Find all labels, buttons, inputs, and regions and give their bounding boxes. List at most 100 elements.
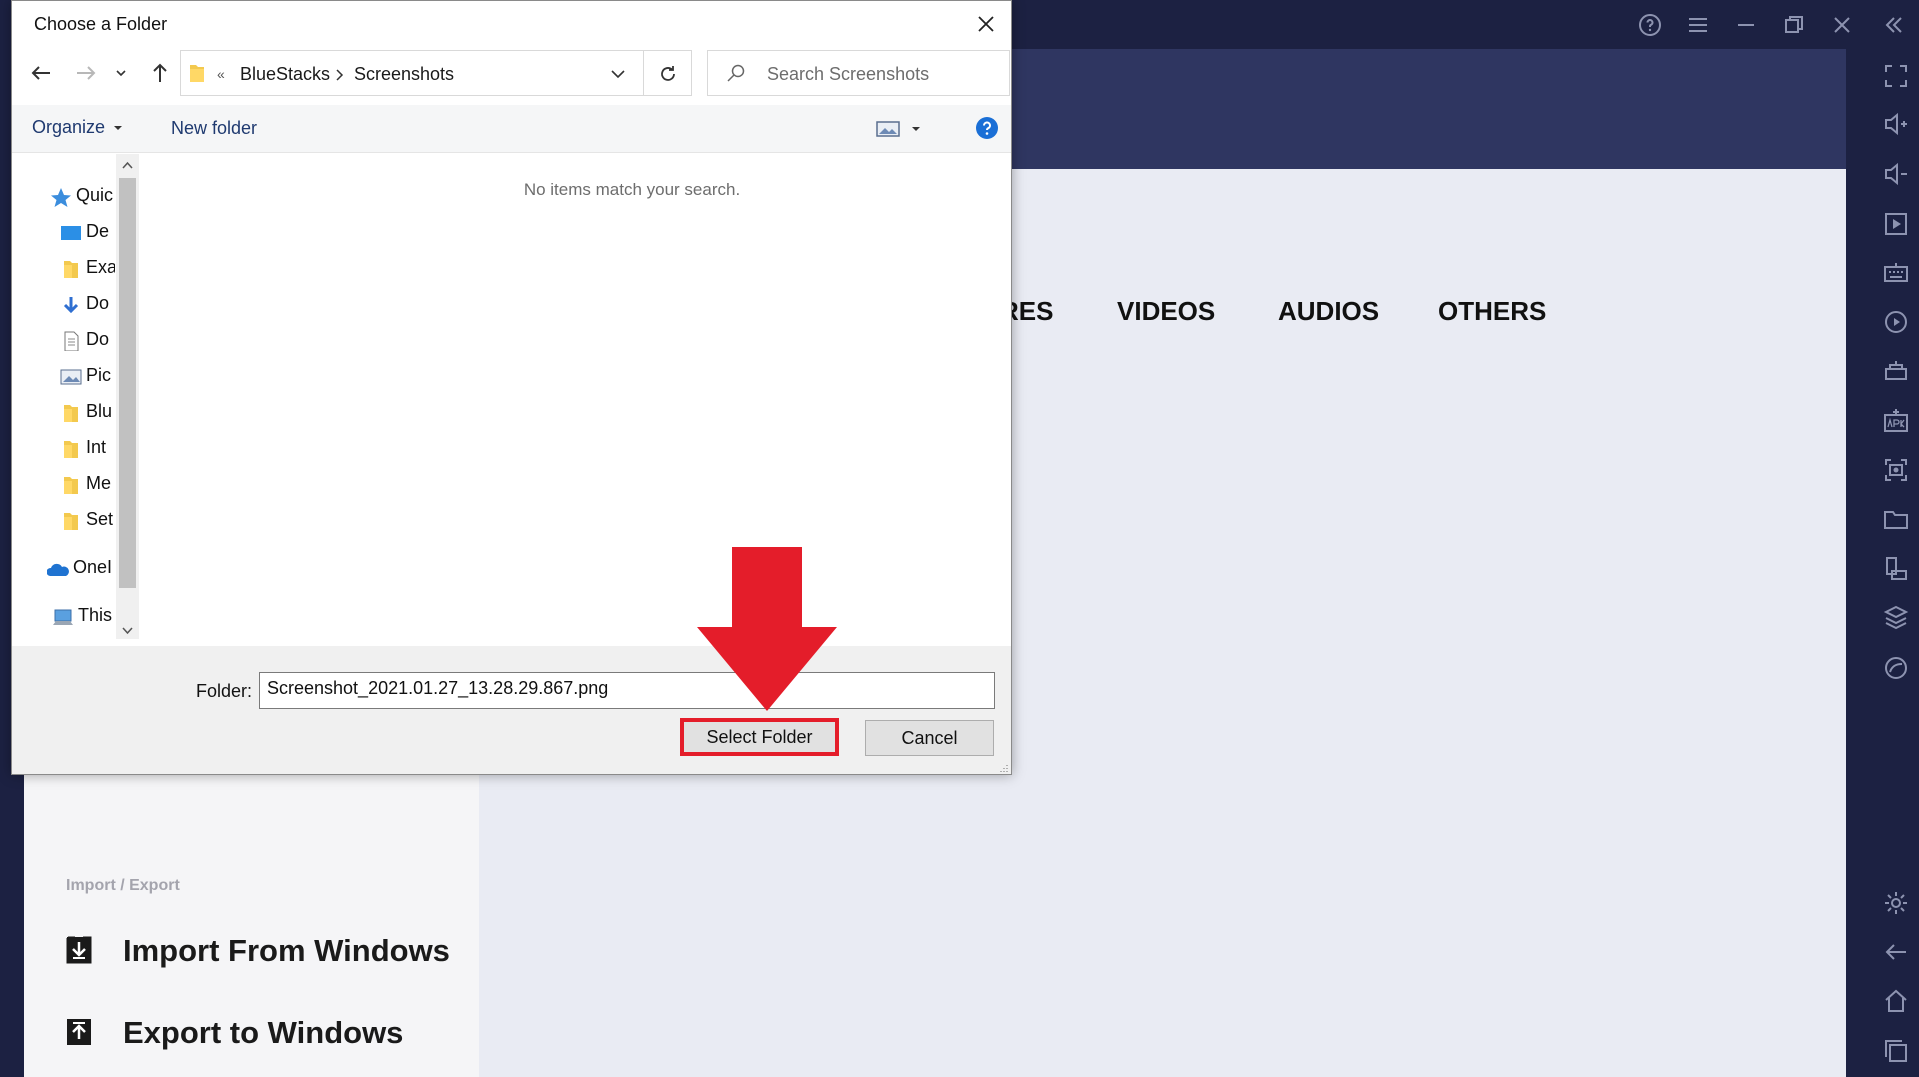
- organize-label: Organize: [32, 117, 106, 137]
- nav-item-3[interactable]: Do: [60, 292, 115, 320]
- recent-locations-chevron-icon[interactable]: [114, 61, 128, 85]
- folder-icon: [64, 405, 78, 422]
- nav-item-label: Exa: [86, 257, 115, 277]
- folder-field[interactable]: Screenshot_2021.01.27_13.28.29.867.png: [259, 672, 995, 709]
- cancel-button[interactable]: Cancel: [865, 720, 994, 756]
- folder-label: Folder:: [196, 681, 253, 701]
- desktop-icon: [61, 226, 81, 240]
- nav-item-4[interactable]: Do: [60, 328, 115, 356]
- onedrive-icon: [47, 563, 69, 576]
- import-export-label: Import / Export: [66, 877, 180, 894]
- up-arrow-icon[interactable]: [148, 61, 172, 85]
- select-folder-button[interactable]: Select Folder: [680, 718, 839, 756]
- nav-item-2[interactable]: Exa: [60, 256, 115, 284]
- nav-item-7[interactable]: Int: [60, 436, 115, 464]
- close-icon[interactable]: [973, 11, 999, 37]
- nav-item-label: Do: [86, 293, 110, 313]
- new-folder-button[interactable]: New folder: [171, 118, 257, 139]
- close-window-icon[interactable]: [1830, 13, 1854, 37]
- home-icon[interactable]: [1882, 987, 1910, 1015]
- apk-install-icon[interactable]: [1882, 407, 1910, 435]
- nav-item-label: Blu: [86, 401, 113, 421]
- dialog-title: Choose a Folder: [34, 14, 168, 34]
- eco-mode-icon[interactable]: [1882, 654, 1910, 682]
- back-arrow-icon[interactable]: [1882, 938, 1910, 966]
- import-icon: [66, 936, 92, 964]
- document-icon: [64, 331, 79, 351]
- multi-instance-icon[interactable]: [1882, 357, 1910, 385]
- dropdown-triangle-icon: [114, 126, 123, 131]
- fullscreen-icon[interactable]: [1882, 62, 1910, 90]
- tab-others[interactable]: OTHERS: [1438, 296, 1546, 327]
- nav-item-label: OneI: [73, 557, 113, 577]
- breadcrumb-separator-icon: [336, 69, 344, 81]
- menu-icon[interactable]: [1686, 13, 1710, 37]
- breadcrumb-bluestacks[interactable]: BlueStacks: [240, 64, 330, 85]
- breadcrumb-screenshots[interactable]: Screenshots: [354, 64, 454, 85]
- nav-item-label: Set: [86, 509, 114, 529]
- macro-play-icon[interactable]: [1882, 308, 1910, 336]
- scroll-down-icon[interactable]: [121, 626, 134, 636]
- folder-icon: [64, 261, 78, 278]
- command-bar: Organize New folder: [12, 105, 1011, 153]
- folder-icon: [190, 65, 204, 82]
- pictures-icon: [60, 369, 82, 385]
- nav-item-6[interactable]: Blu: [60, 400, 115, 428]
- back-arrow-icon[interactable]: [29, 61, 53, 85]
- refresh-icon: [661, 66, 675, 81]
- search-box[interactable]: Search Screenshots: [707, 50, 1010, 96]
- address-dropdown-icon[interactable]: [609, 66, 627, 82]
- export-icon: [67, 1019, 91, 1045]
- collapse-sidebar-icon[interactable]: [1882, 13, 1906, 37]
- dialog-footer: [12, 646, 1011, 774]
- folder-icon: [64, 441, 78, 458]
- help-icon[interactable]: [975, 116, 999, 140]
- nav-item-label: Do: [86, 329, 110, 349]
- folder-icon: [64, 477, 78, 494]
- nav-item-11[interactable]: This: [52, 604, 115, 632]
- view-options-icon[interactable]: [876, 120, 900, 138]
- nav-item-1[interactable]: De: [60, 220, 115, 248]
- nav-item-label: Me: [86, 473, 112, 493]
- search-placeholder: Search Screenshots: [767, 64, 930, 84]
- refresh-button[interactable]: [644, 50, 692, 96]
- folder-icon: [64, 513, 78, 530]
- choose-folder-dialog: Choose a Folder « BlueStacks Screenshots…: [11, 0, 1012, 775]
- recent-apps-icon[interactable]: [1882, 1037, 1910, 1065]
- nav-item-label: Pic: [86, 365, 112, 385]
- nav-list: Quic De Exa Do Do Pic Blu Int Me Set OneI This: [12, 154, 115, 634]
- tab-videos[interactable]: VIDEOS: [1117, 296, 1215, 327]
- download-icon: [63, 297, 79, 314]
- nav-scroll-thumb[interactable]: [119, 178, 136, 588]
- export-label: Export to Windows: [123, 1015, 404, 1050]
- screenshot-icon[interactable]: [1882, 456, 1910, 484]
- address-bar[interactable]: « BlueStacks Screenshots: [180, 50, 644, 96]
- red-arrow-annotation: [697, 547, 837, 711]
- import-label: Import From Windows: [123, 933, 450, 968]
- layers-icon[interactable]: [1882, 604, 1910, 632]
- minimize-icon[interactable]: [1734, 13, 1758, 37]
- forward-arrow-icon[interactable]: [74, 61, 98, 85]
- media-play-icon[interactable]: [1882, 210, 1910, 238]
- tab-audios[interactable]: AUDIOS: [1278, 296, 1379, 327]
- rotate-icon[interactable]: [1882, 555, 1910, 583]
- folder-icon[interactable]: [1882, 505, 1910, 533]
- nav-item-label: Int: [86, 437, 107, 457]
- nav-item-9[interactable]: Set: [60, 508, 115, 536]
- resize-grip-icon[interactable]: [999, 763, 1009, 773]
- volume-down-icon[interactable]: [1882, 160, 1910, 188]
- nav-item-5[interactable]: Pic: [60, 364, 115, 392]
- keyboard-icon[interactable]: [1882, 259, 1910, 287]
- organize-menu[interactable]: Organize: [32, 117, 123, 138]
- breadcrumb-overflow[interactable]: «: [217, 66, 225, 82]
- computer-icon: [53, 609, 73, 625]
- settings-gear-icon[interactable]: [1882, 889, 1910, 917]
- view-dropdown-icon[interactable]: [911, 125, 921, 133]
- scroll-up-icon[interactable]: [121, 160, 134, 170]
- volume-up-icon[interactable]: [1882, 110, 1910, 138]
- nav-item-8[interactable]: Me: [60, 472, 115, 500]
- nav-item-10[interactable]: OneI: [47, 556, 115, 584]
- search-icon: [727, 64, 745, 82]
- help-icon[interactable]: [1638, 13, 1662, 37]
- restore-icon[interactable]: [1782, 13, 1806, 37]
